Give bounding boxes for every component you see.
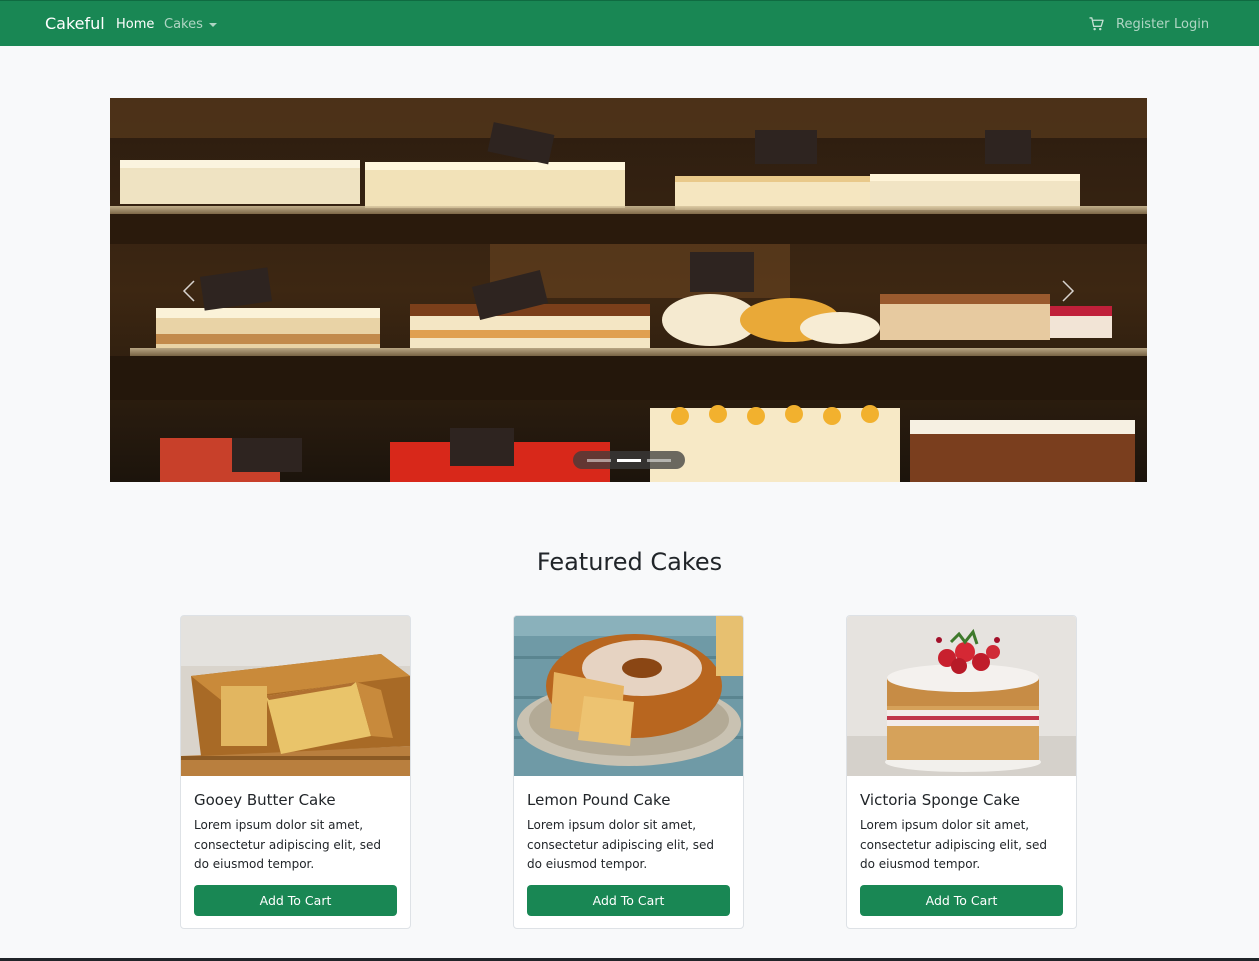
chevron-down-icon — [208, 22, 217, 27]
add-to-cart-button[interactable]: Add To Cart — [194, 885, 397, 916]
bakery-display-image — [110, 98, 1147, 482]
carousel-indicator-1[interactable] — [587, 459, 611, 462]
card-text: Lorem ipsum dolor sit amet, consectetur … — [194, 818, 382, 871]
carousel-prev-button[interactable] — [110, 98, 260, 482]
victoria-sponge-cake-image — [847, 616, 1076, 776]
carousel-indicator-2[interactable] — [617, 459, 641, 462]
nav-home-link[interactable]: Home — [116, 17, 154, 32]
card-text: Lorem ipsum dolor sit amet, consectetur … — [860, 818, 1048, 871]
nav-cakes-label: Cakes — [164, 17, 203, 32]
product-card: Lemon Pound Cake Lorem ipsum dolor sit a… — [513, 615, 744, 929]
card-title: Lemon Pound Cake — [527, 791, 671, 809]
add-to-cart-button[interactable]: Add To Cart — [527, 885, 730, 916]
chevron-left-icon — [182, 280, 195, 302]
card-title: Gooey Butter Cake — [194, 791, 336, 809]
nav-register-link[interactable]: Register — [1116, 17, 1170, 32]
featured-title: Featured Cakes — [536, 548, 723, 576]
cart-icon[interactable] — [1089, 17, 1104, 31]
chevron-right-icon — [1062, 280, 1075, 302]
product-card: Gooey Butter Cake Lorem ipsum dolor sit … — [180, 615, 411, 929]
gooey-butter-cake-image — [181, 616, 410, 776]
product-card: Victoria Sponge Cake Lorem ipsum dolor s… — [846, 615, 1077, 929]
card-title: Victoria Sponge Cake — [860, 791, 1020, 809]
card-text: Lorem ipsum dolor sit amet, consectetur … — [527, 818, 715, 871]
carousel-indicators — [573, 451, 685, 469]
navbar: Cakeful Home Cakes Register Login — [0, 0, 1259, 46]
hero-carousel — [110, 98, 1147, 482]
carousel-next-button[interactable] — [997, 98, 1147, 482]
nav-cakes-dropdown[interactable]: Cakes — [164, 17, 217, 32]
carousel-indicator-3[interactable] — [647, 459, 671, 462]
brand-link[interactable]: Cakeful — [45, 14, 105, 33]
nav-login-link[interactable]: Login — [1174, 17, 1209, 32]
add-to-cart-button[interactable]: Add To Cart — [860, 885, 1063, 916]
lemon-pound-cake-image — [514, 616, 743, 776]
